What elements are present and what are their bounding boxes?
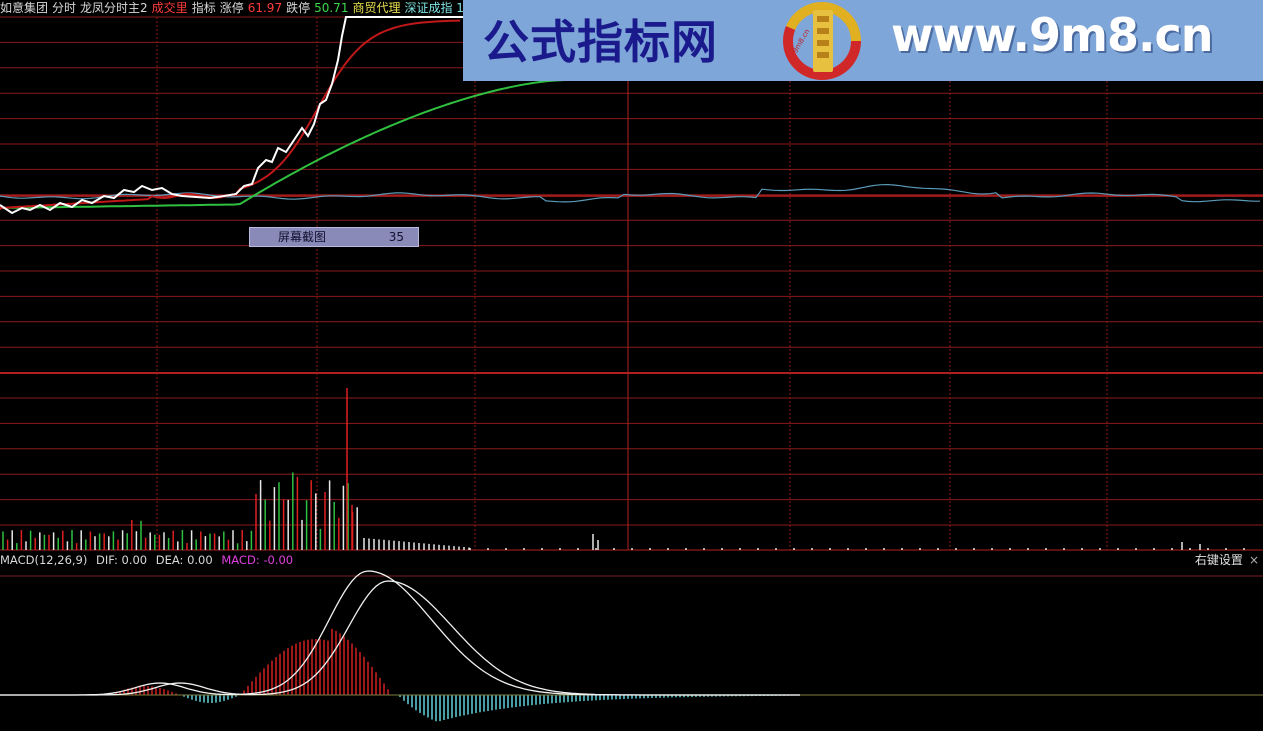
macd-value: MACD: -0.00 [221,553,294,567]
header-item: 龙凤分时主2 [80,1,148,15]
intraday-chart[interactable] [0,0,1263,731]
header-item: 商贸代理 [352,1,401,15]
header-item: 61.97 [247,1,283,15]
avg-red-line [0,19,461,210]
popup-label: 屏幕截图 [278,230,327,244]
macd-name: MACD(12,26,9) [0,553,88,567]
macd-header: MACD(12,26,9) DIF: 0.00 DEA: 0.00 MACD: … [0,553,298,568]
header-item: 成交里 [151,1,188,15]
header-item: 分时 [52,1,77,15]
popup-value: 35 [388,230,404,244]
banner-title: 公式指标网 [483,15,718,69]
site-logo-icon: 9m8.cn [783,2,861,80]
right-click-settings-label: 右键设置 [1194,553,1243,567]
macd-dif: DIF: 0.00 [96,553,148,567]
right-click-settings-button[interactable]: 右键设置 × [1195,553,1259,568]
dea-line [0,580,800,696]
header-item: 指标 [191,1,216,15]
macd-dea: DEA: 0.00 [155,553,213,567]
dif-line [0,570,800,696]
header-item: 涨停 [219,1,244,15]
watermark-banner: 公式指标网 9m8.cn www.9m8.cn [463,0,1263,81]
chart-header: 如意集团 分时 龙凤分时主2 成交里 指标 涨停 61.97 跌停 50.71 商贸代理 深证成指 … [0,0,468,16]
header-item: 跌停 [286,1,311,15]
banner-url: www.9m8.cn [891,8,1213,62]
screenshot-popup[interactable]: 屏幕截图 35 [249,227,419,247]
price-line [0,16,463,215]
header-item: 深证成指 1 [404,1,464,15]
header-item: 如意集团 [0,1,49,15]
header-item: 50.71 [314,1,349,15]
close-icon[interactable]: × [1249,553,1259,567]
